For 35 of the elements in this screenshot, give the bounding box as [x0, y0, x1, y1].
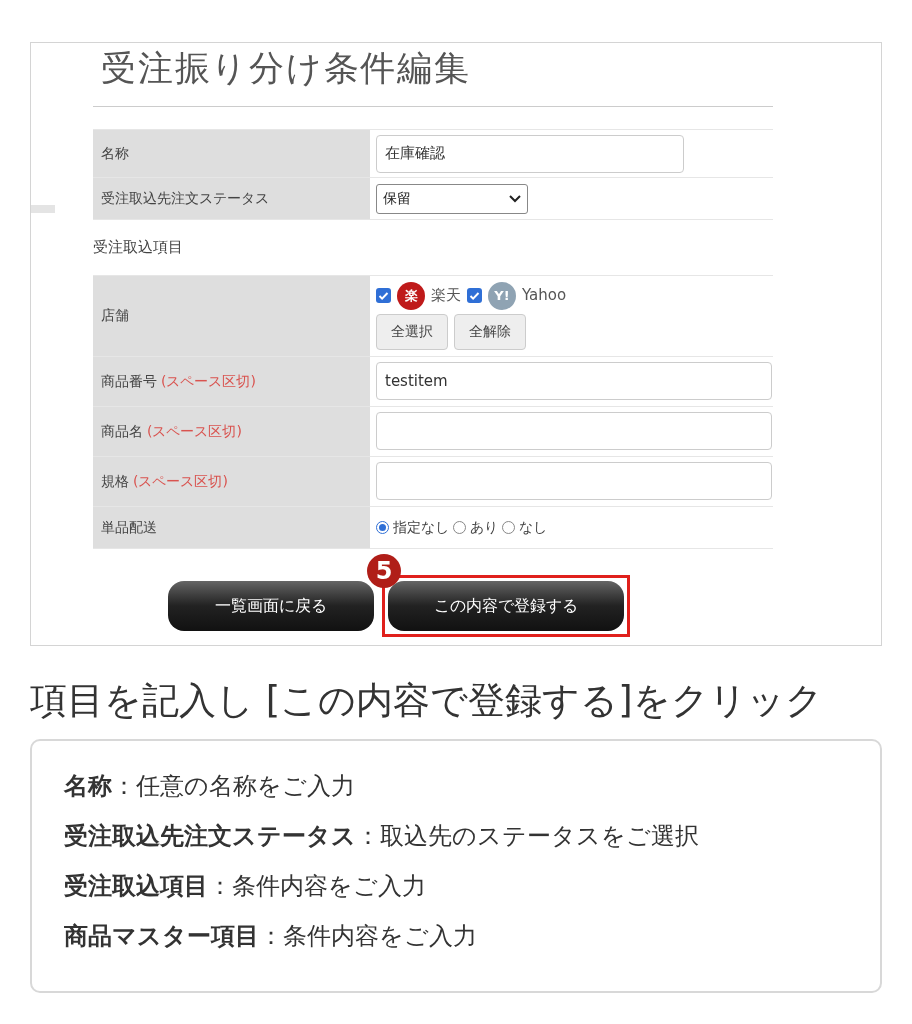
store-button[interactable]: 全選択 [376, 313, 448, 350]
caption: 項目を記入し [この内容で登録する]をクリック [30, 682, 823, 719]
store-logo: 楽 [397, 281, 425, 310]
action-button[interactable]: この内容で登録する [388, 580, 624, 631]
store-logo: Y! [488, 281, 516, 310]
store-button[interactable]: 全解除 [454, 313, 526, 350]
note-line: 受注取込項目：条件内容をご入力 [64, 871, 426, 901]
label-cell: 店舗 [93, 275, 370, 356]
note-line: 名称：任意の名称をご入力 [64, 771, 355, 801]
text-field[interactable]: 在庫確認 [376, 134, 684, 173]
label-cell: 受注取込先注文ステータス [93, 178, 370, 219]
section-heading: 受注取込項目 [93, 237, 183, 258]
note-line: 受注取込先注文ステータス：取込先のステータスをご選択 [64, 821, 699, 851]
radio-label: 指定なし [393, 517, 449, 537]
label-cell: 商品名 (スペース区切) [93, 406, 370, 456]
text-field[interactable] [376, 462, 772, 500]
sidebar-edge [31, 205, 55, 213]
label-cell: 名称 [93, 130, 370, 177]
store-name: 楽天 [431, 285, 461, 307]
checkbox[interactable] [467, 288, 482, 303]
action-button[interactable]: 一覧画面に戻る [168, 580, 374, 631]
store-name: Yahoo [522, 285, 567, 307]
checkbox[interactable] [376, 288, 391, 303]
page-title: 受注振り分け条件編集 [93, 43, 773, 107]
step-badge: 5 [367, 553, 401, 588]
text-field[interactable]: testitem [376, 362, 772, 400]
radio-label: あり [470, 517, 498, 537]
text-field[interactable] [376, 412, 772, 450]
label-cell: 規格 (スペース区切) [93, 456, 370, 506]
radio-label: なし [519, 517, 547, 537]
status-dropdown[interactable]: 保留 [376, 183, 528, 214]
note-line: 商品マスター項目：条件内容をご入力 [64, 921, 477, 951]
chevron-icon [509, 194, 521, 203]
label-cell: 商品番号 (スペース区切) [93, 356, 370, 406]
label-cell: 単品配送 [93, 506, 370, 548]
